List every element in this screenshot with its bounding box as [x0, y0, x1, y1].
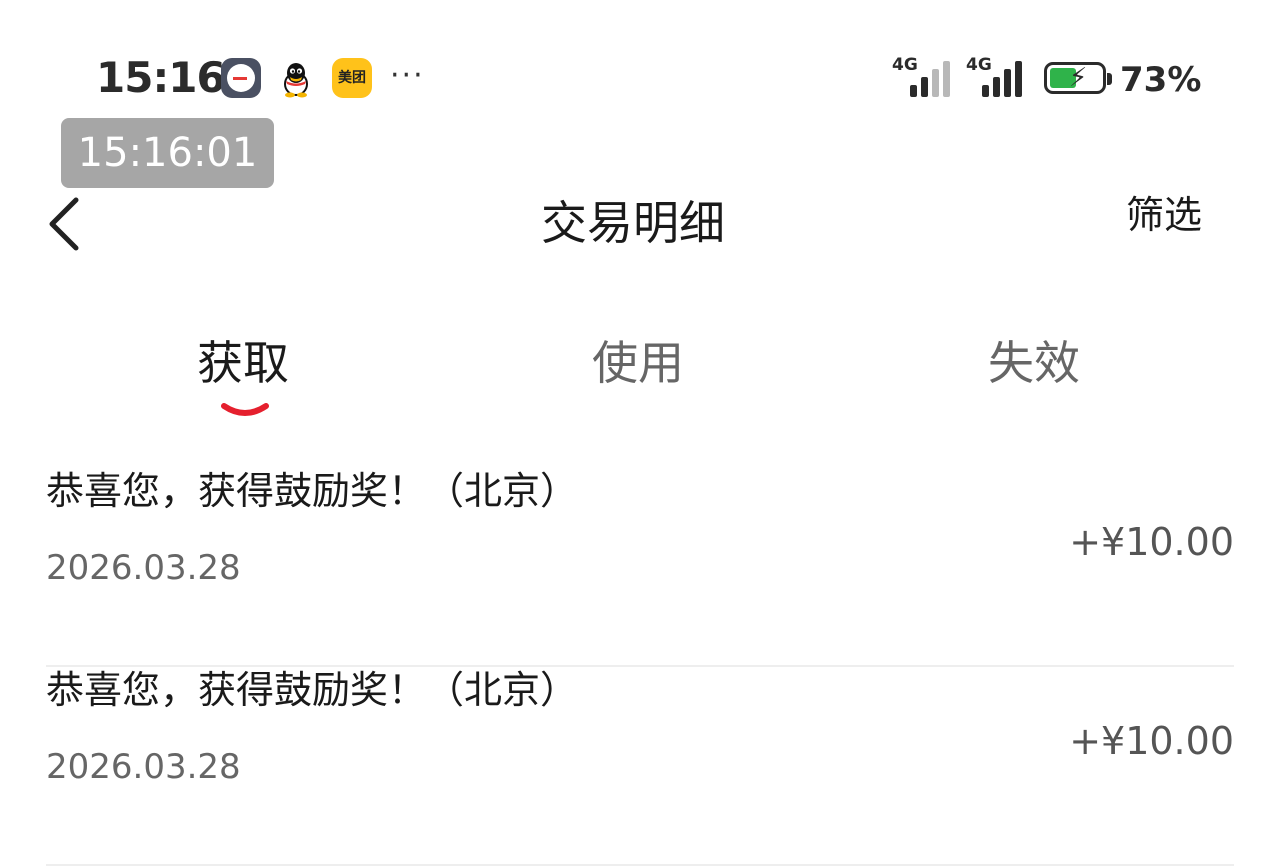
transaction-date: 2026.03.28: [46, 747, 241, 787]
transaction-amount: +¥10.00: [1069, 719, 1234, 763]
battery-percentage: 73%: [1120, 60, 1202, 100]
tab-use[interactable]: 使用: [592, 332, 684, 394]
page-title: 交易明细: [541, 196, 725, 250]
signal-icon: 4G: [892, 55, 956, 99]
network-type-label: 4G: [892, 55, 918, 75]
clock-app-icon: [221, 58, 261, 98]
battery-icon: ⚡: [1044, 62, 1112, 94]
meituan-app-icon: 美团: [332, 58, 372, 98]
transaction-title: 恭喜您，获得鼓励奖！（北京）: [46, 668, 579, 712]
more-notifications-icon: ···: [390, 58, 425, 93]
transaction-amount: +¥10.00: [1069, 520, 1234, 564]
signal-icon: 4G: [966, 55, 1030, 99]
transaction-title: 恭喜您，获得鼓励奖！（北京）: [46, 469, 579, 513]
qq-app-icon: [276, 58, 316, 98]
filter-button[interactable]: 筛选: [1126, 190, 1202, 240]
transaction-date: 2026.03.28: [46, 548, 241, 588]
status-time: 15:16: [96, 53, 226, 102]
time-overlay: 15:16:01: [61, 118, 274, 188]
transaction-row[interactable]: 恭喜您，获得鼓励奖！（北京） 2026.03.28 +¥10.00: [46, 664, 1234, 866]
tab-expired[interactable]: 失效: [988, 332, 1080, 394]
transaction-row[interactable]: 恭喜您，获得鼓励奖！（北京） 2026.03.28 +¥10.00: [46, 465, 1234, 667]
active-tab-indicator: [221, 403, 269, 416]
network-type-label: 4G: [966, 55, 992, 75]
tab-obtain[interactable]: 获取: [197, 332, 289, 394]
